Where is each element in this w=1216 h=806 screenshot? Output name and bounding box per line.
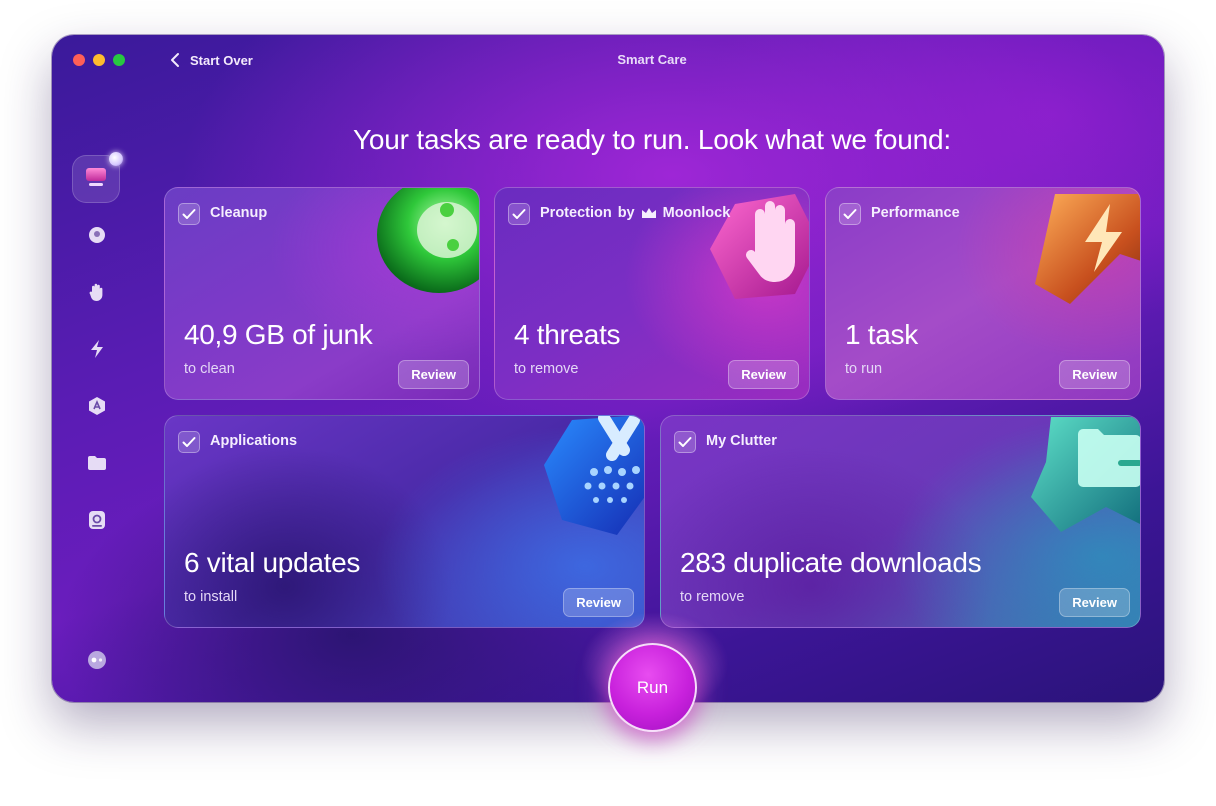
monitor-icon [84, 166, 108, 193]
run-button[interactable]: Run [608, 643, 697, 732]
sidebar-item-space-lens[interactable] [72, 497, 122, 547]
protection-title-text: Protection [540, 205, 612, 221]
app-icon [87, 396, 107, 421]
applications-card[interactable]: Applications 6 vital updates to install … [164, 415, 645, 628]
checkmark-icon [182, 437, 196, 447]
moonlock-logo-icon [641, 207, 657, 219]
cleanup-subtext: to clean [184, 361, 235, 377]
sidebar-item-smart-care[interactable] [72, 152, 123, 203]
disk-icon [88, 510, 106, 535]
performance-card[interactable]: Performance 1 task to run Review [825, 187, 1141, 400]
run-label: Run [636, 677, 669, 697]
clutter-card[interactable]: My Clutter 283 duplicate downloads to re… [660, 415, 1141, 628]
cleanup-disc-icon [369, 188, 479, 305]
clutter-title: My Clutter [706, 433, 777, 449]
applications-checkbox[interactable] [178, 431, 200, 453]
protection-value: 4 threats [514, 319, 621, 350]
window-title: Smart Care [617, 52, 687, 67]
protection-title: Protection by Moonlock [540, 205, 730, 221]
performance-subtext: to run [845, 361, 883, 377]
lightning-icon [89, 339, 105, 364]
protection-subtext: to remove [514, 361, 579, 377]
performance-title: Performance [871, 205, 960, 221]
clutter-subtext: to remove [680, 589, 745, 605]
performance-value: 1 task [845, 319, 918, 350]
app-window: Start Over Smart Care Your tasks are rea… [52, 35, 1164, 702]
protection-card[interactable]: Protection by Moonlock 4 threats to remo… [494, 187, 810, 400]
cleanup-title-text: Cleanup [210, 205, 268, 221]
clutter-value: 283 duplicate downloads [680, 547, 982, 578]
sidebar-assistant-button[interactable] [72, 637, 122, 687]
clutter-review-button[interactable]: Review [1059, 588, 1130, 617]
protection-checkbox[interactable] [508, 203, 530, 225]
checkmark-icon [182, 209, 196, 219]
clutter-title-text: My Clutter [706, 433, 777, 449]
performance-review-button[interactable]: Review [1059, 360, 1130, 389]
applications-app-icon [532, 416, 644, 545]
applications-title: Applications [210, 433, 297, 449]
sidebar-item-my-clutter[interactable] [72, 440, 122, 490]
clutter-checkbox[interactable] [674, 431, 696, 453]
sphere-icon [88, 226, 106, 249]
cleanup-review-button[interactable]: Review [398, 360, 469, 389]
sidebar-item-cleanup[interactable] [72, 212, 122, 262]
clutter-folder-icon [1026, 416, 1140, 537]
hand-icon [88, 282, 106, 307]
cleanup-checkbox[interactable] [178, 203, 200, 225]
applications-title-text: Applications [210, 433, 298, 449]
applications-value: 6 vital updates [184, 547, 361, 578]
performance-checkbox[interactable] [839, 203, 861, 225]
checkmark-icon [678, 437, 692, 447]
cleanup-card[interactable]: Cleanup 40,9 GB of junk to clean Review [164, 187, 480, 400]
sidebar-item-applications[interactable] [72, 383, 122, 433]
sidebar-item-protection[interactable] [72, 269, 122, 319]
protection-by-text: by [617, 205, 635, 221]
applications-subtext: to install [184, 589, 238, 605]
cleanup-value: 40,9 GB of junk [184, 319, 373, 350]
folder-icon [87, 455, 107, 476]
checkmark-icon [843, 209, 857, 219]
checkmark-icon [512, 209, 526, 219]
moonlock-brand-text: Moonlock [662, 205, 731, 221]
performance-title-text: Performance [871, 205, 960, 221]
assistant-icon [87, 650, 107, 675]
cleanup-title: Cleanup [210, 205, 267, 221]
page-headline: Your tasks are ready to run. Look what w… [353, 124, 951, 155]
sidebar-item-performance[interactable] [72, 326, 122, 376]
protection-review-button[interactable]: Review [728, 360, 799, 389]
performance-lightning-icon [1030, 188, 1140, 309]
